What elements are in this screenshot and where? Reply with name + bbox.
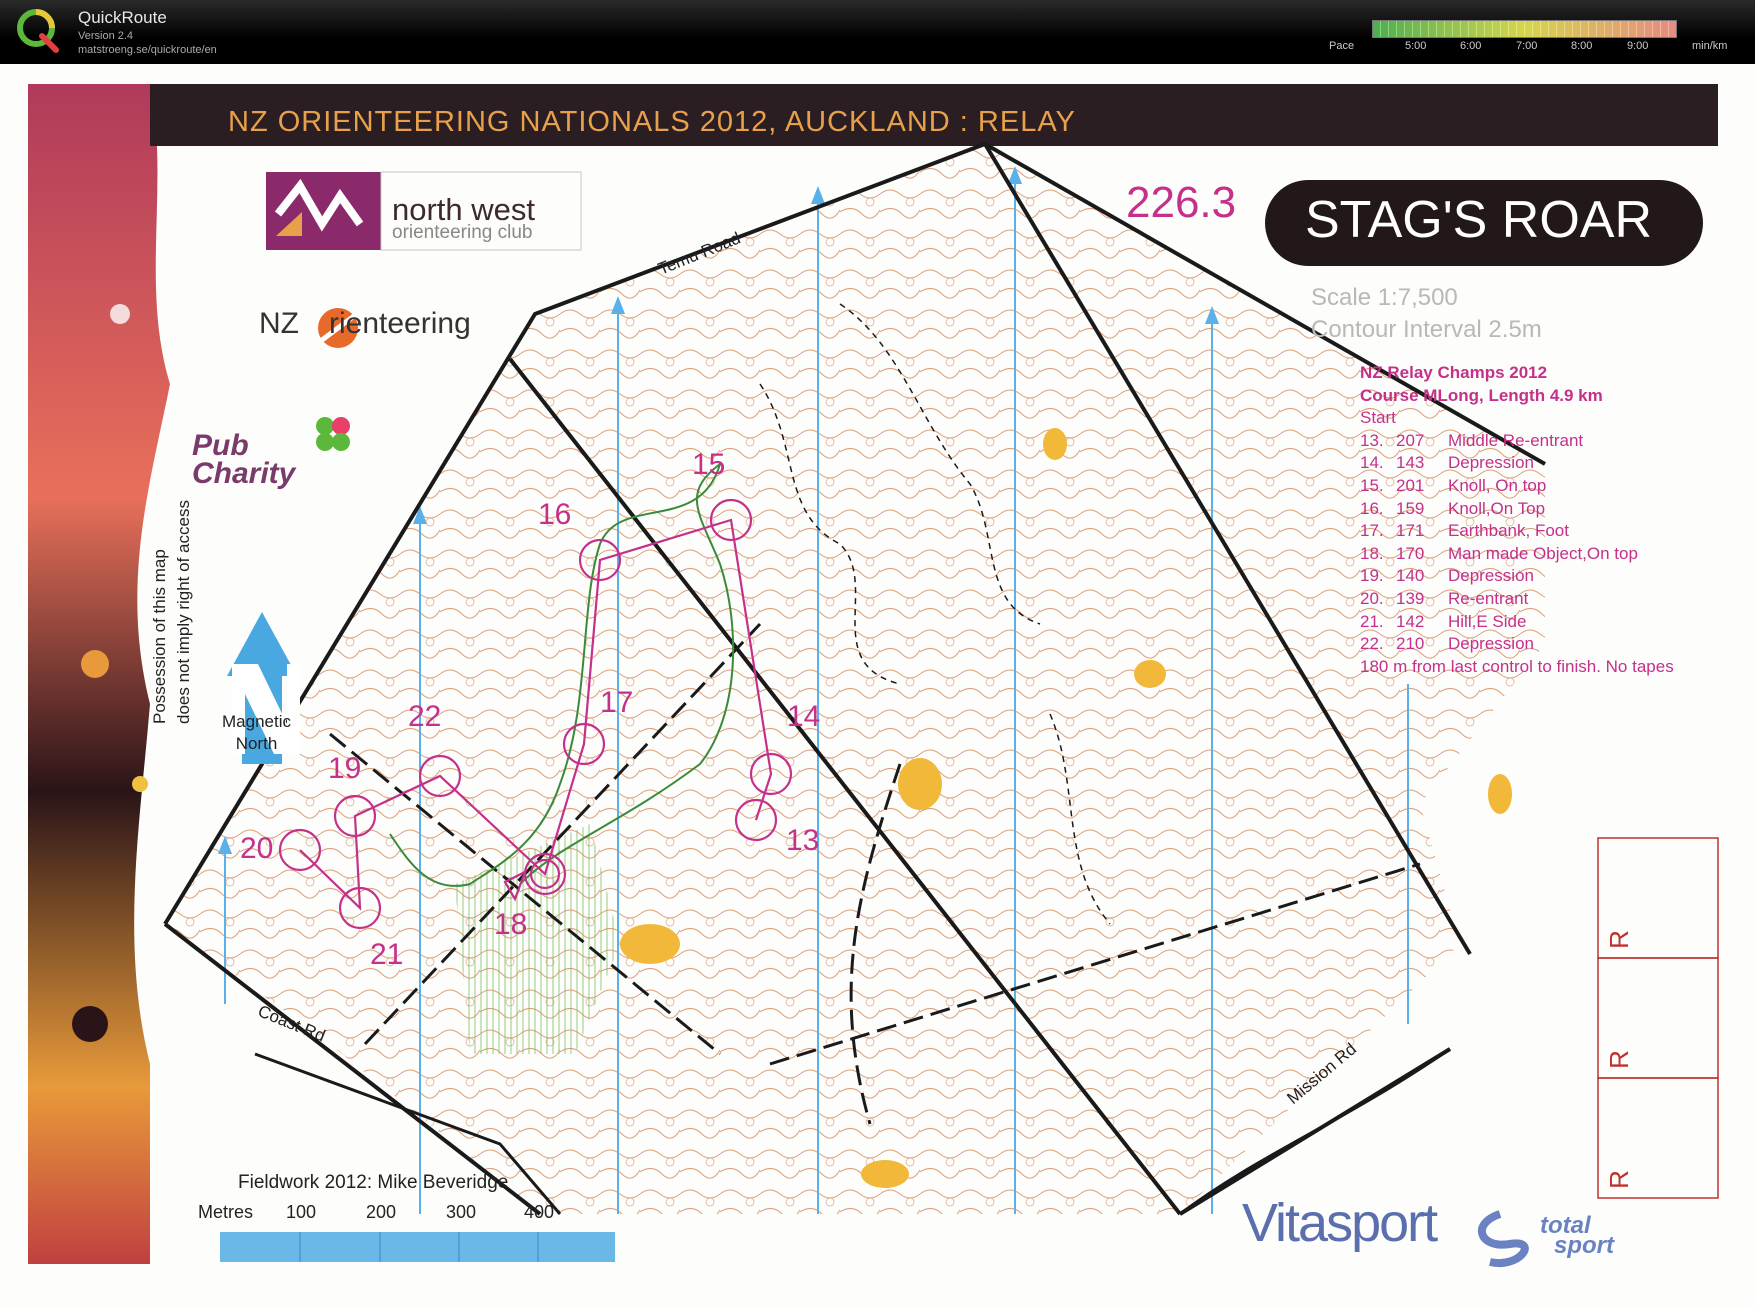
control-row: 19. 140 Depression <box>1360 566 1534 586</box>
map-title: NZ ORIENTEERING NATIONALS 2012, AUCKLAND… <box>228 106 1076 138</box>
map-name: STAG'S ROAR <box>1305 191 1653 249</box>
course-header: NZ Relay Champs 2012 <box>1360 363 1548 382</box>
relay-box-letter: R <box>1603 1170 1634 1189</box>
contour-interval: Contour Interval 2.5m <box>1311 316 1542 343</box>
app-name: QuickRoute <box>78 8 167 27</box>
orienteering-map[interactable]: NZ ORIENTEERING NATIONALS 2012, AUCKLAND… <box>0 64 1755 1307</box>
pace-tick: 7:00 <box>1516 40 1538 52</box>
pace-tick: 9:00 <box>1627 40 1649 52</box>
magnetic-north-label: Magnetic North <box>222 712 291 753</box>
pace-tick: 6:00 <box>1460 40 1482 52</box>
app-version: Version 2.4 <box>78 30 134 42</box>
control-label[interactable]: 17 <box>600 686 633 720</box>
control-row: 16. 159 Knoll,On Top <box>1360 498 1546 518</box>
map-graphics <box>28 84 1719 1268</box>
pace-unit: min/km <box>1692 40 1728 52</box>
possession-notice: does not imply right of access <box>174 500 193 724</box>
relay-box-letter: R <box>1603 1050 1634 1069</box>
pub-charity-logo: Pub Charity <box>192 429 296 490</box>
control-label[interactable]: 16 <box>538 498 571 532</box>
quickroute-header: QuickRoute Version 2.4 matstroeng.se/qui… <box>0 0 1755 64</box>
control-label[interactable]: 21 <box>370 938 403 972</box>
control-row: 15. 201 Knoll, On top <box>1360 475 1547 495</box>
control-label[interactable]: 19 <box>328 752 361 786</box>
vitasport-logo: Vitasport <box>1242 1193 1438 1253</box>
control-label[interactable]: 13 <box>786 824 819 858</box>
possession-notice: Possession of this map <box>150 549 169 724</box>
course-length: Course MLong, Length 4.9 km <box>1360 385 1603 405</box>
control-label[interactable]: 15 <box>692 448 725 482</box>
control-row: 14. 143 Depression <box>1360 453 1534 473</box>
scale-bar-unit: Metres <box>198 1202 254 1222</box>
pace-color-scale <box>1372 20 1677 38</box>
control-row: 21. 142 Hill,E Side <box>1360 611 1527 631</box>
totalsport-logo: total sport <box>1540 1212 1614 1259</box>
scale-bar-tick: 200 <box>366 1202 397 1222</box>
control-row: 20. 139 Re-entrant <box>1360 588 1529 608</box>
course-start: Start <box>1360 408 1396 428</box>
control-row: 17. 171 Earthbank, Foot <box>1360 521 1569 541</box>
pace-tick: 5:00 <box>1405 40 1427 52</box>
scale-bar-tick: 300 <box>446 1202 477 1222</box>
app-url[interactable]: matstroeng.se/quickroute/en <box>78 44 217 56</box>
control-row: 18. 170 Man made Object,On top <box>1360 543 1638 563</box>
control-row: 22. 210 Depression <box>1360 634 1534 654</box>
fieldwork-credit: Fieldwork 2012: Mike Beveridge <box>238 1172 509 1193</box>
club-subtitle: orienteering club <box>392 222 533 243</box>
control-label[interactable]: 20 <box>240 832 273 866</box>
pace-label: Pace <box>1329 40 1355 52</box>
control-label[interactable]: 22 <box>408 700 441 734</box>
control-label[interactable]: 14 <box>787 700 820 734</box>
scale-bar-tick: 400 <box>524 1202 555 1222</box>
relay-box-letter: R <box>1603 930 1634 949</box>
control-row: 13. 207 Middle Re-entrant <box>1360 430 1584 450</box>
control-label[interactable]: 18 <box>494 908 527 942</box>
quickroute-logo-icon <box>17 9 59 53</box>
course-description: NZ Relay Champs 2012 Course MLong, Lengt… <box>1360 362 1700 678</box>
scale-bar-tick: 100 <box>286 1202 317 1222</box>
nzo-logo-text: NZ rienteering <box>259 307 471 340</box>
totalsport-swoosh-icon <box>1477 1210 1529 1268</box>
pace-tick: 8:00 <box>1571 40 1593 52</box>
map-code: 226.3 <box>1126 178 1237 227</box>
map-scale: Scale 1:7,500 <box>1311 284 1458 311</box>
clover-icon <box>316 417 350 451</box>
scale-bar <box>220 1232 615 1262</box>
finish-note: 180 m from last control to finish. No ta… <box>1360 656 1674 676</box>
